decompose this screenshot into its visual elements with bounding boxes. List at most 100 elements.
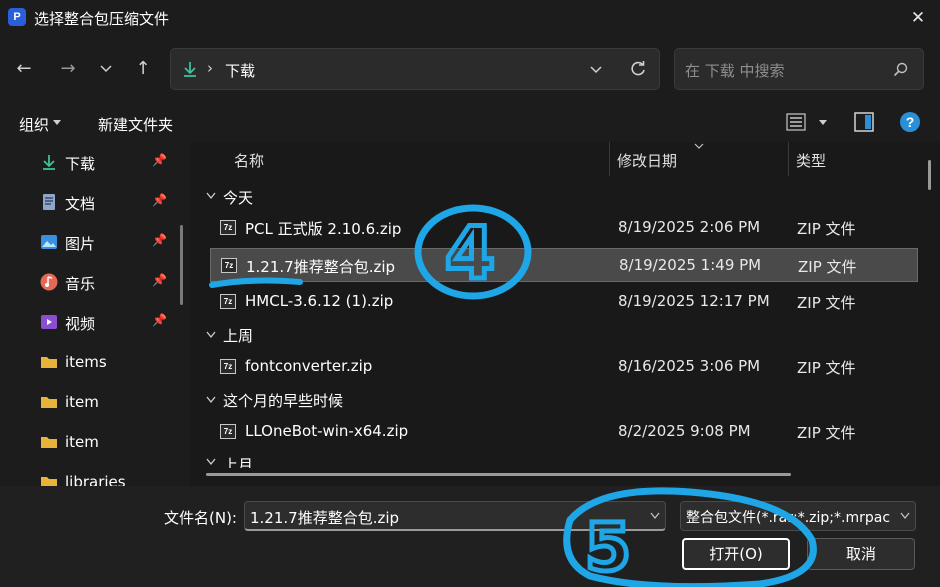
- group-header[interactable]: 今天: [223, 187, 253, 208]
- sort-chevron-icon: [694, 143, 704, 149]
- sidebar-item-documents[interactable]: 文档 📌: [30, 190, 180, 216]
- sidebar-item-pictures[interactable]: 图片 📌: [30, 230, 180, 256]
- breadcrumb-current[interactable]: 下载: [225, 60, 255, 81]
- file-date: 8/19/2025 1:49 PM: [619, 256, 762, 274]
- folder-icon: [41, 397, 57, 408]
- caret-down-icon: [53, 120, 61, 125]
- music-icon: [40, 273, 58, 291]
- sidebar-item-folder[interactable]: item: [30, 430, 180, 456]
- sidebar-item-label: 文档: [65, 195, 96, 213]
- navigation-pane: 下载 📌 文档 📌 图片 📌 音乐 📌 视频 📌 items item item…: [0, 142, 190, 486]
- filetype-value: 整合包文件(*.rar;*.zip;*.mrpac: [686, 510, 891, 526]
- search-placeholder[interactable]: 在 下载 中搜索: [685, 60, 785, 81]
- group-header: 上月: [223, 456, 254, 468]
- sidebar-item-folder[interactable]: item: [30, 390, 180, 416]
- chevron-down-icon: [100, 65, 112, 73]
- file-row-selected[interactable]: 7z 1.21.7推荐整合包.zip 8/19/2025 1:49 PM ZIP…: [210, 248, 918, 282]
- file-type: ZIP 文件: [797, 294, 856, 312]
- organize-button[interactable]: 组织: [19, 114, 49, 135]
- file-row[interactable]: 7z HMCL-3.6.12 (1).zip 8/19/2025 12:17 P…: [210, 285, 918, 319]
- zip-file-icon: 7z: [220, 424, 236, 439]
- group-header[interactable]: 这个月的早些时候: [223, 390, 343, 411]
- new-folder-button[interactable]: 新建文件夹: [98, 114, 173, 135]
- sidebar-item-label: libraries: [65, 473, 126, 486]
- sidebar-item-label: 图片: [65, 235, 96, 253]
- breadcrumb-separator-icon: ›: [207, 59, 213, 77]
- sidebar-item-music[interactable]: 音乐 📌: [30, 270, 180, 296]
- search-box[interactable]: 在 下载 中搜索: [674, 48, 924, 90]
- address-bar[interactable]: › 下载: [170, 48, 660, 90]
- sidebar-item-downloads[interactable]: 下载 📌: [30, 150, 180, 176]
- help-icon[interactable]: ?: [899, 111, 921, 133]
- back-button[interactable]: ←: [10, 55, 38, 83]
- file-type: ZIP 文件: [797, 359, 856, 377]
- up-button[interactable]: ↑: [129, 55, 157, 83]
- open-button[interactable]: 打开(O): [682, 538, 790, 570]
- arrow-right-icon: →: [60, 58, 76, 79]
- filetype-select[interactable]: 整合包文件(*.rar;*.zip;*.mrpac: [680, 501, 916, 531]
- caret-down-icon[interactable]: [818, 119, 828, 127]
- sidebar-item-folder[interactable]: items: [30, 350, 180, 376]
- file-row[interactable]: 7z PCL 正式版 2.10.6.zip 8/19/2025 2:06 PM …: [210, 211, 918, 245]
- cancel-button[interactable]: 取消: [807, 538, 915, 570]
- file-date: 8/2/2025 9:08 PM: [618, 422, 751, 440]
- folder-icon: [41, 437, 57, 448]
- zip-file-icon: 7z: [221, 258, 237, 273]
- file-type: ZIP 文件: [798, 258, 857, 276]
- group-collapse-icon[interactable]: [205, 330, 217, 340]
- chevron-down-icon[interactable]: [589, 63, 603, 77]
- column-header-type[interactable]: 类型: [796, 150, 826, 171]
- chevron-down-icon: [900, 512, 910, 520]
- column-divider[interactable]: [609, 142, 610, 176]
- pin-icon: 📌: [152, 193, 167, 207]
- file-row[interactable]: 7z LLOneBot-win-x64.zip 8/2/2025 9:08 PM…: [210, 415, 918, 449]
- vertical-scrollbar[interactable]: [928, 160, 931, 190]
- chevron-down-icon[interactable]: [649, 511, 661, 521]
- group-collapse-icon[interactable]: [205, 395, 217, 405]
- recent-locations-button[interactable]: [92, 55, 120, 83]
- sidebar-item-label: 下载: [65, 155, 96, 173]
- forward-button[interactable]: →: [54, 55, 82, 83]
- close-icon: ✕: [910, 8, 926, 28]
- filename-input[interactable]: 1.21.7推荐整合包.zip: [244, 501, 666, 531]
- sidebar-item-folder[interactable]: libraries: [30, 470, 180, 486]
- column-divider[interactable]: [788, 142, 789, 176]
- sidebar-item-videos[interactable]: 视频 📌: [30, 310, 180, 336]
- preview-pane-icon[interactable]: [854, 112, 874, 132]
- pin-icon: 📌: [152, 313, 167, 327]
- group-header-clipped[interactable]: 上月: [200, 454, 920, 468]
- document-icon: [43, 194, 55, 210]
- horizontal-scrollbar[interactable]: [206, 473, 791, 476]
- pin-icon: 📌: [152, 233, 167, 247]
- arrow-up-icon: ↑: [135, 58, 151, 79]
- video-icon: [41, 315, 57, 329]
- sidebar-scrollbar[interactable]: [180, 225, 183, 305]
- file-date: 8/19/2025 2:06 PM: [618, 218, 761, 236]
- pin-icon: 📌: [152, 273, 167, 287]
- refresh-icon[interactable]: [629, 60, 647, 78]
- sidebar-item-label: items: [65, 353, 107, 371]
- filename-value[interactable]: 1.21.7推荐整合包.zip: [250, 507, 399, 528]
- group-header[interactable]: 上周: [223, 325, 253, 346]
- column-header-date[interactable]: 修改日期: [617, 150, 677, 171]
- filename-label: 文件名(N):: [164, 509, 237, 527]
- sidebar-item-label: item: [65, 433, 99, 451]
- file-name: HMCL-3.6.12 (1).zip: [245, 292, 394, 310]
- file-row[interactable]: 7z fontconverter.zip 8/16/2025 3:06 PM Z…: [210, 350, 918, 384]
- group-collapse-icon[interactable]: [205, 191, 217, 201]
- svg-text:?: ?: [906, 114, 915, 130]
- file-name: PCL 正式版 2.10.6.zip: [245, 220, 402, 238]
- arrow-left-icon: ←: [16, 58, 32, 79]
- sidebar-item-label: 音乐: [65, 275, 96, 293]
- window-title: 选择整合包压缩文件: [34, 10, 170, 28]
- view-list-icon[interactable]: [786, 113, 806, 131]
- column-header-name[interactable]: 名称: [234, 150, 264, 171]
- file-name: 1.21.7推荐整合包.zip: [246, 258, 396, 276]
- group-collapse-icon: [206, 458, 216, 466]
- file-type: ZIP 文件: [797, 424, 856, 442]
- sidebar-item-label: item: [65, 393, 99, 411]
- zip-file-icon: 7z: [220, 359, 236, 374]
- folder-icon: [41, 357, 57, 368]
- close-button[interactable]: ✕: [900, 2, 936, 34]
- file-type: ZIP 文件: [797, 220, 856, 238]
